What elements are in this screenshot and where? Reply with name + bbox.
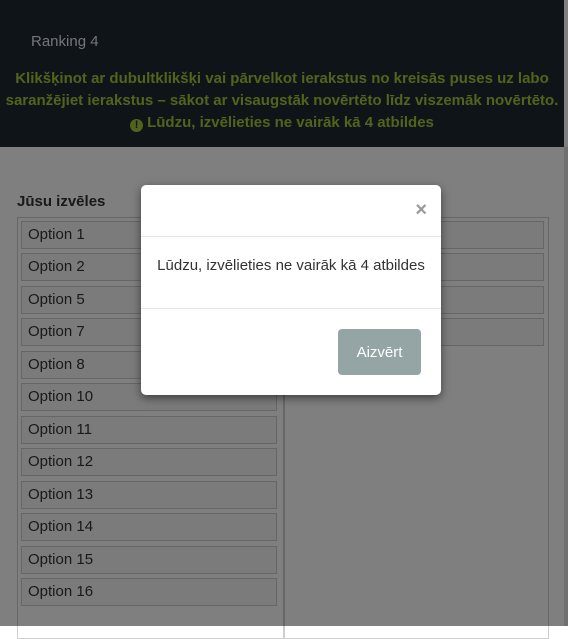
alert-dialog: × Lūdzu, izvēlieties ne vairāk kā 4 atbi… xyxy=(141,185,441,395)
dialog-message: Lūdzu, izvēlieties ne vairāk kā 4 atbild… xyxy=(157,257,425,274)
close-button[interactable]: Aizvērt xyxy=(338,329,421,375)
dialog-divider xyxy=(141,308,441,309)
dialog-header: × xyxy=(141,185,441,237)
close-icon[interactable]: × xyxy=(415,200,427,220)
